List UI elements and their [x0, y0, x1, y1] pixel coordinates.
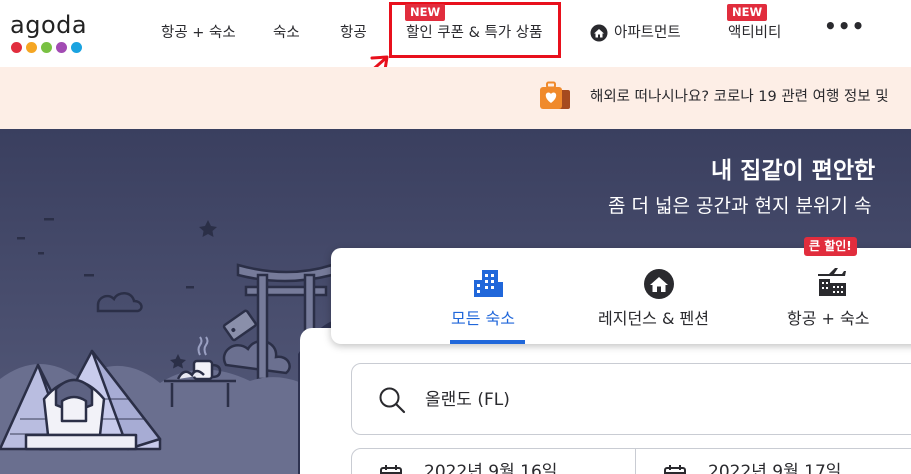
hero-title: 내 집같이 편안한 — [711, 158, 876, 184]
check-in-date-field[interactable]: 2022년 9월 16일 — [351, 448, 641, 474]
check-out-date-field[interactable]: 2022년 9월 17일 — [635, 448, 911, 474]
tab-residences-pensions[interactable]: 레지던스 & 펜션 — [586, 248, 736, 344]
logo-dot — [41, 42, 52, 53]
suitcase-heart-icon — [540, 81, 570, 109]
nav-apartments[interactable]: 아파트먼트 — [590, 23, 681, 43]
tab-all-stays-label: 모든 숙소 — [451, 309, 515, 328]
destination-value: 올랜도 (FL) — [425, 390, 510, 410]
logo-dot — [26, 42, 37, 53]
logo-dots — [11, 42, 90, 53]
plane-building-icon — [818, 268, 846, 296]
tab-all-stays[interactable]: 모든 숙소 — [441, 248, 541, 344]
logo-dot — [71, 42, 82, 53]
check-in-date: 2022년 9월 16일 — [424, 462, 558, 474]
check-out-date: 2022년 9월 17일 — [708, 462, 842, 474]
logo-dot — [11, 42, 22, 53]
search-icon — [379, 387, 406, 414]
new-badge: NEW — [727, 4, 768, 21]
logo-dot — [56, 42, 67, 53]
house-icon — [644, 269, 674, 299]
hero-subtitle: 좀 더 넓은 공간과 현지 분위기 속 — [608, 195, 872, 217]
travel-notice-text: 해외로 떠나시나요? 코로나 19 관련 여행 정보 및 — [590, 89, 889, 105]
more-menu-icon[interactable]: ••• — [824, 16, 865, 36]
tab-flights-hotels[interactable]: 항공 + 숙소 — [777, 248, 887, 344]
travel-notice-banner[interactable]: 해외로 떠나시나요? 코로나 19 관련 여행 정보 및 — [0, 67, 911, 129]
calendar-icon — [380, 465, 402, 474]
nav-flights[interactable]: 항공 — [340, 23, 367, 43]
destination-search-input[interactable]: 올랜도 (FL) — [351, 363, 911, 435]
building-icon — [474, 270, 503, 297]
nav-activities[interactable]: 액티비티 — [728, 23, 781, 43]
tab-residences-label: 레지던스 & 펜션 — [598, 309, 709, 328]
logo-wordmark: agoda — [10, 11, 88, 39]
top-navigation-bar: agoda 항공 + 숙소 숙소 항공 NEW 할인 쿠폰 & 특가 상품 아파… — [0, 0, 911, 90]
search-type-tabs: 모든 숙소 레지던스 & 펜션 항공 + 숙소 — [331, 248, 911, 344]
agoda-logo[interactable]: agoda — [10, 12, 90, 54]
tab-flights-hotels-label: 항공 + 숙소 — [787, 309, 870, 328]
nav-stays[interactable]: 숙소 — [273, 23, 300, 43]
active-tab-indicator — [450, 340, 525, 344]
big-sale-badge: 큰 할인! — [804, 237, 857, 256]
nav-apartments-label: 아파트먼트 — [614, 25, 681, 41]
nav-flights-hotels[interactable]: 항공 + 숙소 — [161, 23, 236, 43]
calendar-icon — [664, 465, 686, 474]
house-icon — [590, 24, 608, 42]
new-badge: NEW — [405, 4, 446, 21]
nav-deals[interactable]: 할인 쿠폰 & 특가 상품 — [406, 23, 542, 43]
